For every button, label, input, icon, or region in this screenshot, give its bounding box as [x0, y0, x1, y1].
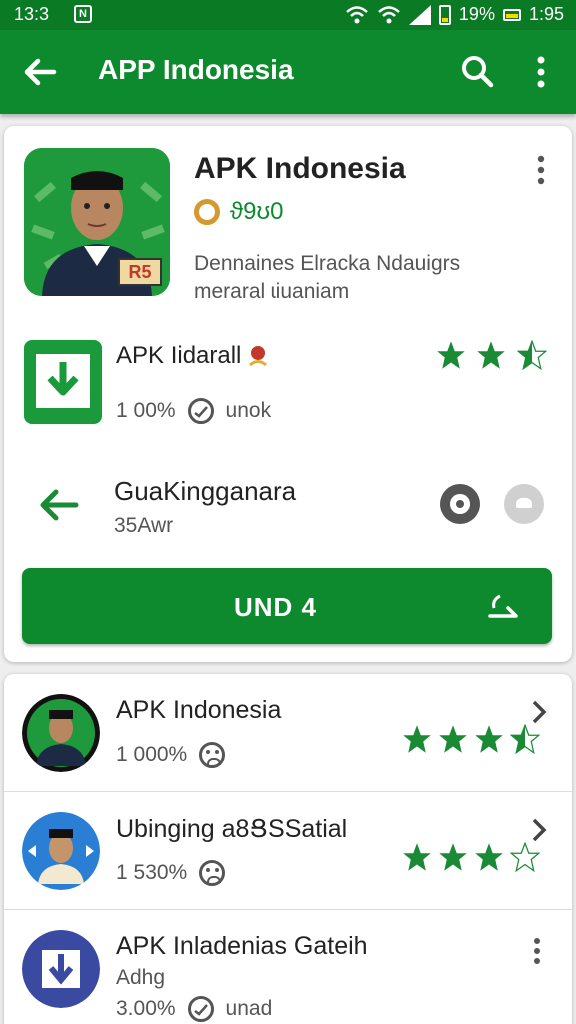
avatar — [22, 812, 100, 890]
battery-percent: 19% — [458, 4, 495, 24]
download-icon — [47, 362, 79, 396]
row1-title[interactable]: APK Iidarall — [116, 342, 269, 370]
row1-status: unok — [225, 399, 272, 422]
list-item-title: APK Inladenias Gateih — [116, 932, 368, 960]
page-title: APP Indonesia — [98, 54, 294, 85]
app-subtitle: ϑ9ʊ0 — [194, 198, 283, 226]
install-button[interactable]: UND 4 — [22, 568, 552, 644]
list-item-title: Ubinging a8ՑSSatial — [116, 815, 348, 843]
app-bar: APP Indonesia — [0, 30, 576, 114]
row1-title-text: APK Iidarall — [116, 342, 242, 369]
star-full-icon — [439, 725, 467, 753]
signal-icon — [408, 4, 431, 25]
chevron-right-icon[interactable] — [528, 816, 550, 844]
face-icon — [199, 860, 226, 886]
star-full-icon — [403, 843, 431, 871]
star-half-icon — [516, 340, 547, 370]
star-full-icon — [475, 843, 503, 871]
row1-percent: 1 00% — [116, 399, 176, 422]
list-item-percent: 3.00% — [116, 997, 176, 1020]
star-full-icon — [475, 725, 503, 753]
avatar — [22, 694, 100, 772]
arrow-left-icon[interactable] — [20, 52, 60, 92]
face-icon — [199, 742, 226, 768]
more-vert-icon[interactable] — [534, 154, 548, 186]
list-item-title: APK Indonesia — [116, 696, 282, 724]
decoration-icon — [249, 346, 268, 367]
list-item-meta: 1 000% — [116, 742, 226, 768]
check-circle-icon — [187, 996, 214, 1022]
star-empty-icon — [510, 842, 540, 872]
app-badge: R5 — [118, 258, 162, 286]
row1-meta: 1 00% unok — [116, 398, 271, 424]
notification-icon: N — [74, 5, 92, 23]
list-item[interactable]: APK Indonesia 1 000% — [4, 674, 572, 792]
arrow-left-icon[interactable] — [36, 482, 82, 528]
battery-icon — [438, 4, 451, 25]
list-item-status: unad — [225, 997, 273, 1020]
chevron-right-icon[interactable] — [528, 698, 550, 726]
download-avatar-icon — [22, 930, 100, 1008]
app-detail-card: R5 APK Indonesia ϑ9ʊ0 Dennaines Elracka … — [4, 126, 572, 662]
star-full-icon — [477, 341, 506, 369]
rating-stars — [436, 340, 553, 375]
app-list-card: APK Indonesia 1 000% Ubinging a8ՑSSatial… — [4, 674, 572, 1024]
share-arrow-icon — [488, 594, 518, 618]
wifi-alt-icon — [378, 5, 400, 23]
more-vert-icon[interactable] — [528, 52, 554, 92]
list-item-meta: 3.00% unad — [116, 996, 272, 1022]
radio-unselected[interactable] — [504, 484, 544, 524]
check-circle-icon — [187, 398, 214, 424]
row2-subtitle: 35Awr — [114, 514, 174, 537]
rating-stars — [402, 842, 546, 877]
status-indicators: 19% 1:95 — [345, 4, 564, 25]
more-vert-icon[interactable] — [530, 936, 544, 966]
status-bar: 13:3 N 19% 1:95 — [0, 0, 576, 30]
rating-stars — [402, 724, 546, 759]
status-time-right: 1:95 — [528, 4, 564, 24]
list-item-percent: 1 000% — [116, 743, 188, 766]
list-item-percent: 1 530% — [116, 861, 188, 884]
download-app-icon[interactable] — [24, 340, 102, 424]
wifi-icon — [346, 5, 368, 23]
app-description: Dennaines Elracka Ndauigrs meraral ɩiuan… — [194, 252, 461, 303]
install-button-label: UND 4 — [234, 592, 318, 622]
battery-small-icon — [502, 8, 521, 21]
ring-icon — [194, 199, 220, 225]
list-item[interactable]: Ubinging a8ՑSSatial 1 530% — [4, 792, 572, 910]
star-full-icon — [437, 341, 465, 369]
radio-selected[interactable] — [440, 484, 480, 524]
search-icon[interactable] — [460, 54, 494, 88]
list-item-meta: 1 530% — [116, 860, 226, 886]
app-title: APK Indonesia — [194, 152, 406, 185]
portrait-app-icon[interactable]: R5 — [24, 148, 170, 296]
row2-title[interactable]: GuaKingganara — [114, 476, 296, 507]
status-time: 13:3 — [14, 4, 50, 24]
star-full-icon — [403, 725, 431, 753]
app-subtitle-text: ϑ9ʊ0 — [230, 198, 284, 225]
list-item[interactable]: APK Inladenias Gateih Adhg 3.00% unad — [4, 910, 572, 1024]
list-item-sub: Adhg — [116, 966, 166, 989]
star-half-icon — [510, 724, 540, 754]
star-full-icon — [439, 843, 467, 871]
